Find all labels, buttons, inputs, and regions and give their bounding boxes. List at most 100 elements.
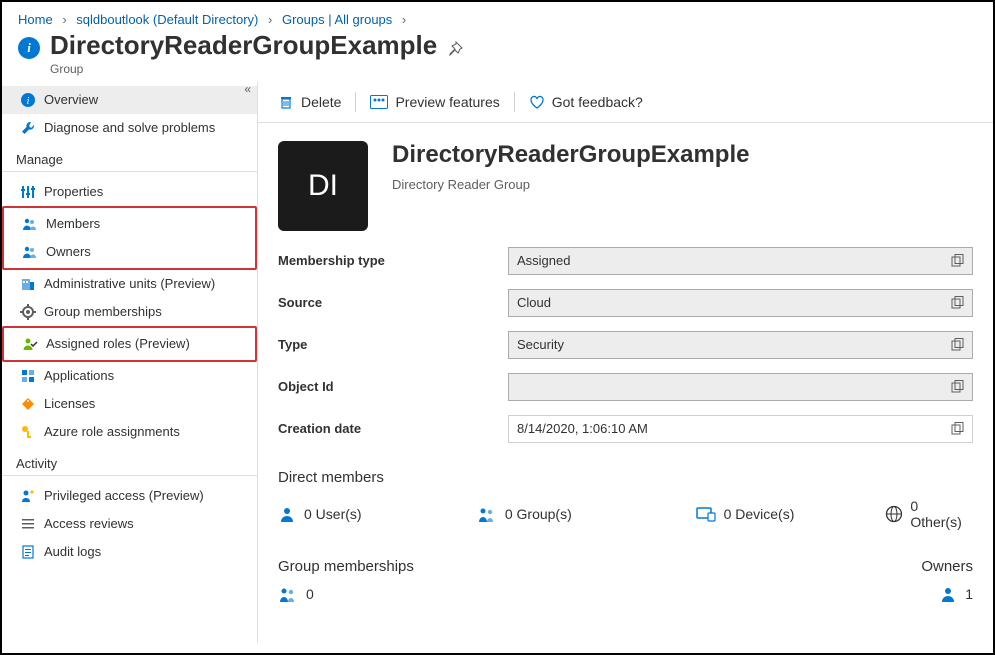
highlighted-box-members-owners: Members Owners (2, 206, 257, 270)
toolbar-label: Got feedback? (552, 94, 643, 110)
apps-icon (20, 368, 36, 384)
prop-value-text: 8/14/2020, 1:06:10 AM (517, 421, 648, 436)
preview-icon (370, 95, 388, 109)
direct-members-groups[interactable]: 0 Group(s) (477, 505, 696, 523)
owners-count[interactable]: 1 (921, 585, 973, 603)
properties-grid: Membership type Assigned Source Cloud Ty… (258, 237, 993, 443)
sidebar-item-licenses[interactable]: Licenses (2, 390, 257, 418)
prop-value-text: Security (517, 337, 564, 352)
hero: DI DirectoryReaderGroupExample Directory… (258, 123, 993, 237)
copy-icon[interactable] (951, 380, 964, 393)
sidebar-item-label: Administrative units (Preview) (44, 276, 215, 291)
direct-members-users[interactable]: 0 User(s) (278, 505, 477, 523)
delete-button[interactable]: Delete (268, 90, 351, 114)
globe-icon (885, 505, 903, 523)
chevron-right-icon: › (268, 12, 272, 27)
sidebar-item-label: Licenses (44, 396, 95, 411)
group-memberships-count[interactable]: 0 (278, 585, 921, 603)
direct-members-devices-text: 0 Device(s) (724, 506, 795, 522)
page-title: DirectoryReaderGroupExample (50, 31, 437, 60)
page-header: i DirectoryReaderGroupExample Group (2, 27, 993, 82)
highlighted-box-assigned-roles: Assigned roles (Preview) (2, 326, 257, 362)
sidebar-item-audit-logs[interactable]: Audit logs (2, 538, 257, 566)
building-icon (20, 276, 36, 292)
sidebar-item-assigned-roles[interactable]: Assigned roles (Preview) (4, 330, 255, 358)
sidebar-item-label: Assigned roles (Preview) (46, 336, 190, 351)
sidebar-item-overview[interactable]: i Overview (2, 86, 257, 114)
info-icon: i (20, 92, 36, 108)
sliders-icon (20, 184, 36, 200)
sidebar-item-privileged[interactable]: Privileged access (Preview) (2, 482, 257, 510)
prop-type-label: Type (278, 337, 508, 352)
copy-icon[interactable] (951, 338, 964, 351)
sidebar-item-access-reviews[interactable]: Access reviews (2, 510, 257, 538)
gear-icon (20, 304, 36, 320)
group-description: Directory Reader Group (392, 177, 749, 192)
breadcrumb: Home › sqldboutlook (Default Directory) … (2, 2, 993, 27)
prop-value-text: Assigned (517, 253, 570, 268)
sidebar-section-manage: Manage (2, 142, 257, 172)
tag-icon (20, 396, 36, 412)
direct-members-others[interactable]: 0 Other(s) (885, 498, 974, 530)
direct-members-row: 0 User(s) 0 Group(s) 0 Device(s) 0 Other… (258, 492, 993, 536)
sidebar-item-label: Privileged access (Preview) (44, 488, 204, 503)
sidebar-item-diagnose[interactable]: Diagnose and solve problems (2, 114, 257, 142)
prop-objectid-label: Object Id (278, 379, 508, 394)
preview-features-button[interactable]: Preview features (360, 90, 509, 114)
group-memberships-count-text: 0 (306, 586, 314, 602)
toolbar-label: Delete (301, 94, 341, 110)
chevron-right-icon: › (402, 12, 406, 27)
prop-source-value: Cloud (508, 289, 973, 317)
sidebar-item-label: Diagnose and solve problems (44, 120, 215, 135)
direct-members-devices[interactable]: 0 Device(s) (696, 506, 885, 522)
toolbar-label: Preview features (395, 94, 499, 110)
log-icon (20, 544, 36, 560)
breadcrumb-groups[interactable]: Groups | All groups (282, 12, 392, 27)
sidebar-item-label: Owners (46, 244, 91, 259)
group-icon (278, 585, 298, 603)
feedback-button[interactable]: Got feedback? (519, 90, 653, 114)
owners-title: Owners (921, 558, 973, 575)
chevron-right-icon: › (62, 12, 66, 27)
sidebar-item-owners[interactable]: Owners (4, 238, 255, 266)
prop-type-value: Security (508, 331, 973, 359)
sidebar-item-members[interactable]: Members (4, 210, 255, 238)
list-icon (20, 516, 36, 532)
sidebar: « i Overview Diagnose and solve problems… (2, 82, 257, 643)
sidebar-item-azure-role[interactable]: Azure role assignments (2, 418, 257, 446)
prop-creation-value: 8/14/2020, 1:06:10 AM (508, 415, 973, 443)
main-content: Delete Preview features Got feedback? DI… (257, 82, 993, 643)
sidebar-item-label: Overview (44, 92, 98, 107)
sidebar-item-admin-units[interactable]: Administrative units (Preview) (2, 270, 257, 298)
sidebar-item-properties[interactable]: Properties (2, 178, 257, 206)
heart-icon (529, 94, 545, 110)
direct-members-title: Direct members (258, 443, 993, 492)
sidebar-item-label: Members (46, 216, 100, 231)
prop-objectid-value (508, 373, 973, 401)
prop-source-label: Source (278, 295, 508, 310)
toolbar-divider (355, 92, 356, 112)
members-icon (22, 216, 38, 232)
breadcrumb-directory[interactable]: sqldboutlook (Default Directory) (76, 12, 258, 27)
sidebar-section-activity: Activity (2, 446, 257, 476)
user-icon (278, 505, 296, 523)
device-icon (696, 506, 716, 522)
copy-icon[interactable] (951, 254, 964, 267)
sidebar-item-label: Applications (44, 368, 114, 383)
copy-icon[interactable] (951, 422, 964, 435)
prop-creation-label: Creation date (278, 421, 508, 436)
breadcrumb-home[interactable]: Home (18, 12, 53, 27)
person-check-icon (22, 336, 38, 352)
pin-icon[interactable] (447, 41, 463, 57)
key-icon (20, 424, 36, 440)
collapse-icon[interactable]: « (244, 82, 251, 96)
owners-count-text: 1 (965, 586, 973, 602)
wrench-icon (20, 120, 36, 136)
group-avatar-tile: DI (278, 141, 368, 231)
sidebar-item-applications[interactable]: Applications (2, 362, 257, 390)
toolbar: Delete Preview features Got feedback? (258, 82, 993, 123)
direct-members-others-text: 0 Other(s) (910, 498, 973, 530)
sidebar-item-group-memberships[interactable]: Group memberships (2, 298, 257, 326)
copy-icon[interactable] (951, 296, 964, 309)
sidebar-item-label: Group memberships (44, 304, 162, 319)
